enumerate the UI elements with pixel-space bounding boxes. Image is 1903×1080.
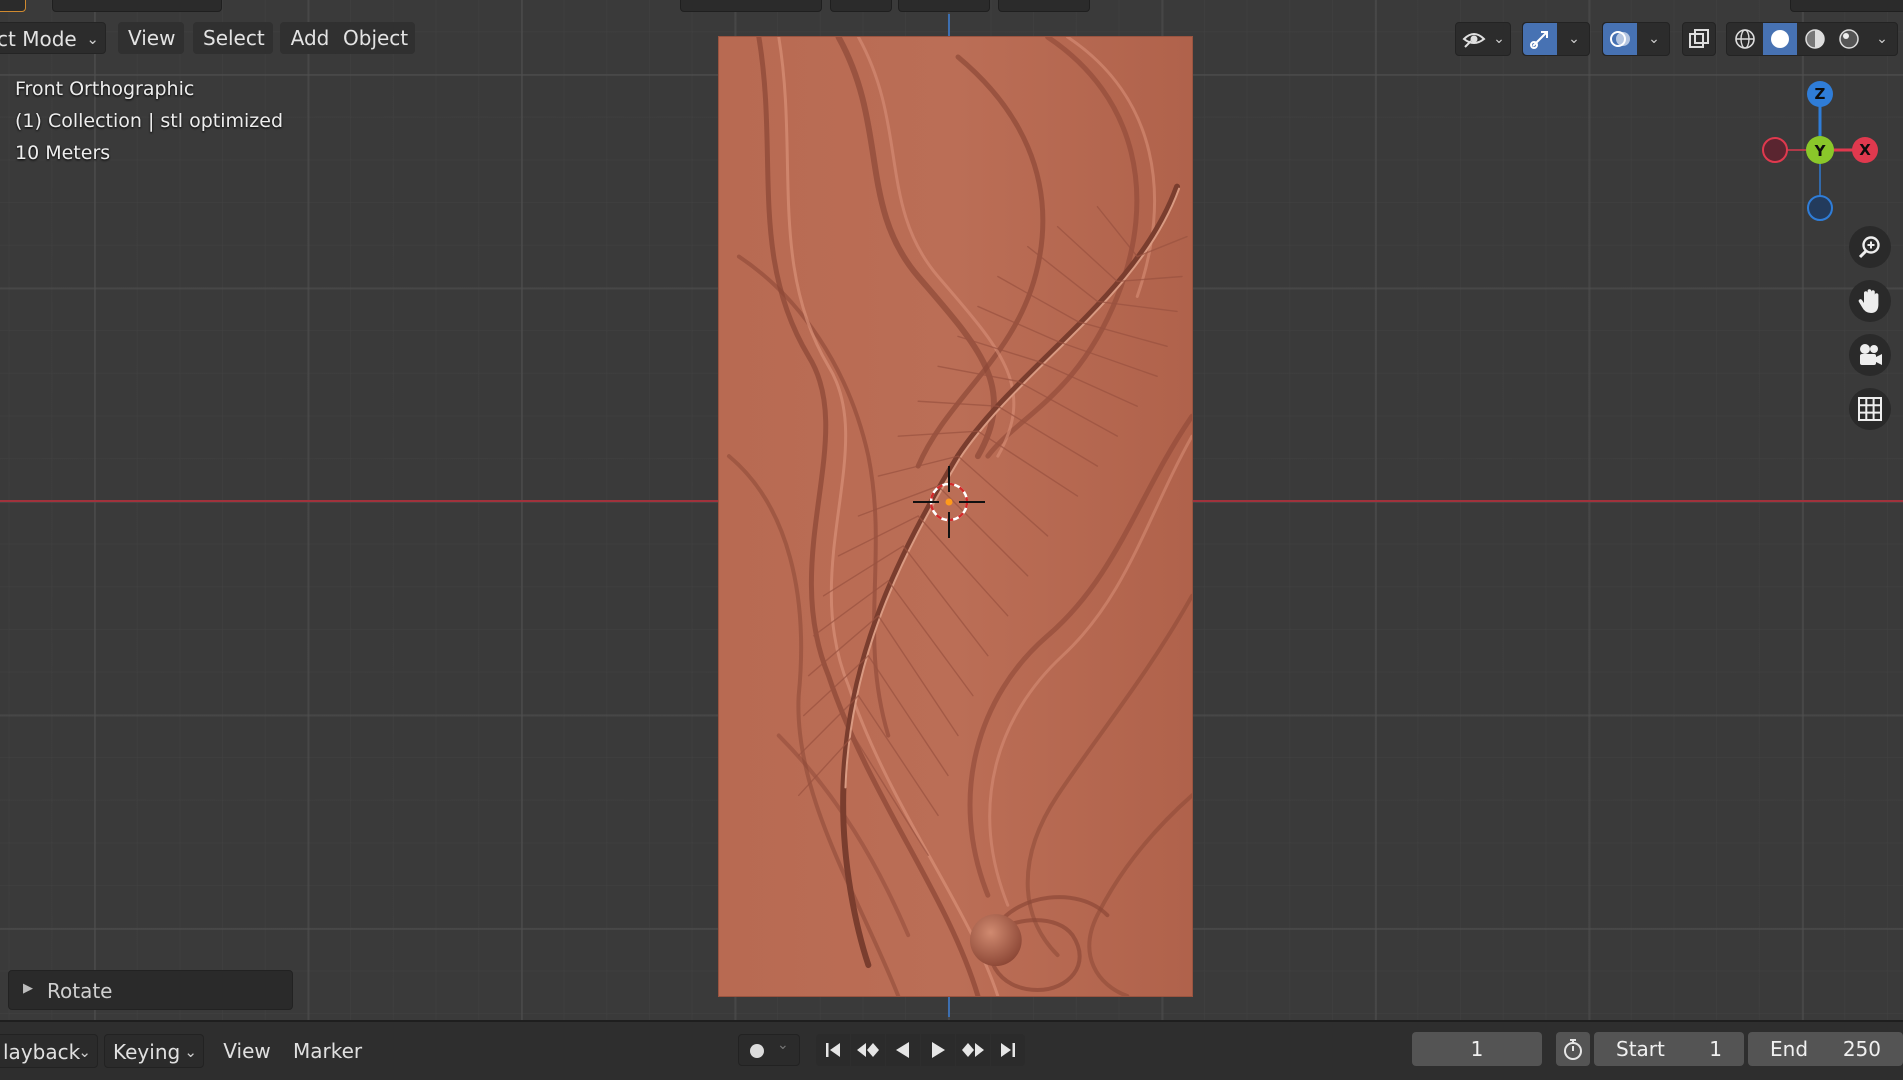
pivot-dropdown[interactable] [830,0,892,12]
gizmo-z-label: Z [1815,85,1826,103]
start-frame-field[interactable]: Start 1 [1594,1032,1744,1066]
gizmo-x-label: X [1859,141,1871,159]
menu-object[interactable]: Object [333,22,415,54]
chevron-down-icon[interactable]: ⌄ [1867,23,1897,55]
menu-view[interactable]: View [118,22,184,54]
material-shading-icon[interactable] [1799,23,1831,55]
top-header-strip [0,0,1903,14]
rendered-shading-icon[interactable] [1833,23,1865,55]
navigation-gizmo[interactable]: Z X Y [1745,78,1895,228]
orientation-dropdown[interactable] [680,0,822,12]
chevron-down-icon: ⌄ [1648,31,1660,47]
end-label: End [1770,1037,1809,1061]
mode-label: ct Mode [0,27,77,51]
z-axis-line-bottom [948,995,950,1017]
start-label: Start [1616,1037,1665,1061]
playback-label: layback [3,1040,81,1064]
ortho-toggle-button[interactable] [1849,388,1891,430]
3d-viewport[interactable]: ct Mode ⌄ View Select Add Object Front O… [0,0,1903,1020]
snap-dropdown[interactable] [898,0,990,12]
menu-add[interactable]: Add [280,22,340,54]
auto-keying-toggle[interactable]: ⌄ [738,1034,800,1066]
rotate-panel-label: Rotate [47,979,113,1003]
marker-menu[interactable]: Marker [285,1034,365,1068]
xray-icon [1683,23,1715,55]
play-icon [932,1042,945,1058]
gizmo-neg-x-axis[interactable] [1762,137,1788,163]
wireframe-shading-icon[interactable] [1729,23,1761,55]
mode-dropdown[interactable]: ct Mode ⌄ [0,22,106,54]
visibility-dropdown[interactable]: ⌄ [1455,22,1511,56]
timeline-view-menu[interactable]: View [212,1034,282,1068]
zoom-icon [1858,236,1880,259]
prev-keyframe-icon [857,1043,879,1057]
keying-menu[interactable]: Keying ⌄ [104,1034,204,1068]
select-box-icon[interactable] [0,0,26,12]
chevron-down-icon: ⌄ [1493,31,1505,47]
jump-start-button[interactable] [816,1034,850,1066]
play-reverse-button[interactable] [886,1034,920,1066]
collection-info-label: (1) Collection | stl optimized [15,110,284,132]
gizmo-arrow-icon [1523,23,1557,55]
grid-scale-label: 10 Meters [15,142,111,164]
rotate-operator-panel[interactable]: ▶ Rotate [8,970,293,1010]
play-button[interactable] [921,1034,955,1066]
view-name-label: Front Orthographic [15,78,195,100]
next-keyframe-button[interactable] [956,1034,990,1066]
end-value: 250 [1842,1037,1881,1061]
camera-view-button[interactable] [1849,334,1891,376]
jump-end-button[interactable] [991,1034,1025,1066]
preview-range-toggle[interactable] [1556,1032,1590,1066]
z-axis-line-top [948,14,950,38]
solid-shading-icon[interactable] [1763,23,1797,55]
gizmo-y-label: Y [1814,142,1827,160]
chevron-down-icon: ⌄ [1568,31,1580,47]
zoom-button[interactable] [1849,226,1891,268]
jump-end-icon [1001,1043,1015,1057]
play-reverse-icon [896,1042,909,1058]
pan-hand-icon [1858,289,1879,313]
gizmo-neg-z-axis[interactable] [1807,195,1833,221]
chevron-down-icon: ⌄ [78,1043,91,1061]
end-frame-field[interactable]: End 250 [1748,1032,1903,1066]
selection-mode-buttons[interactable] [52,0,222,12]
shading-mode-group[interactable]: ⌄ [1726,22,1898,56]
playback-menu[interactable]: layback ⌄ [0,1034,98,1068]
jump-start-icon [826,1043,840,1057]
xray-toggle[interactable] [1682,22,1716,56]
overlay-icon [1603,23,1637,55]
camera-icon [1860,344,1882,365]
prev-keyframe-button[interactable] [851,1034,885,1066]
ortho-grid-icon [1858,397,1882,421]
chevron-down-icon: ⌄ [184,1043,197,1061]
overlay-toggle[interactable]: ⌄ [1602,22,1670,56]
chevron-down-icon: ⌄ [777,1037,789,1053]
record-icon [750,1044,764,1058]
proportional-edit-dropdown[interactable] [998,0,1090,12]
gizmo-toggle[interactable]: ⌄ [1522,22,1590,56]
current-frame-field[interactable]: 1 [1412,1032,1542,1066]
options-dropdown[interactable] [1790,0,1903,12]
stopwatch-icon [1564,1039,1582,1060]
next-keyframe-icon [962,1043,984,1057]
relief-sphere [969,914,1022,967]
menu-select[interactable]: Select [193,22,273,54]
chevron-down-icon: ⌄ [86,30,99,48]
3d-cursor[interactable] [913,466,985,538]
pan-button[interactable] [1849,280,1891,322]
start-value: 1 [1709,1037,1722,1061]
visibility-eye-icon [1460,23,1488,55]
keying-label: Keying [113,1040,181,1064]
expand-arrow-icon: ▶ [23,981,33,996]
